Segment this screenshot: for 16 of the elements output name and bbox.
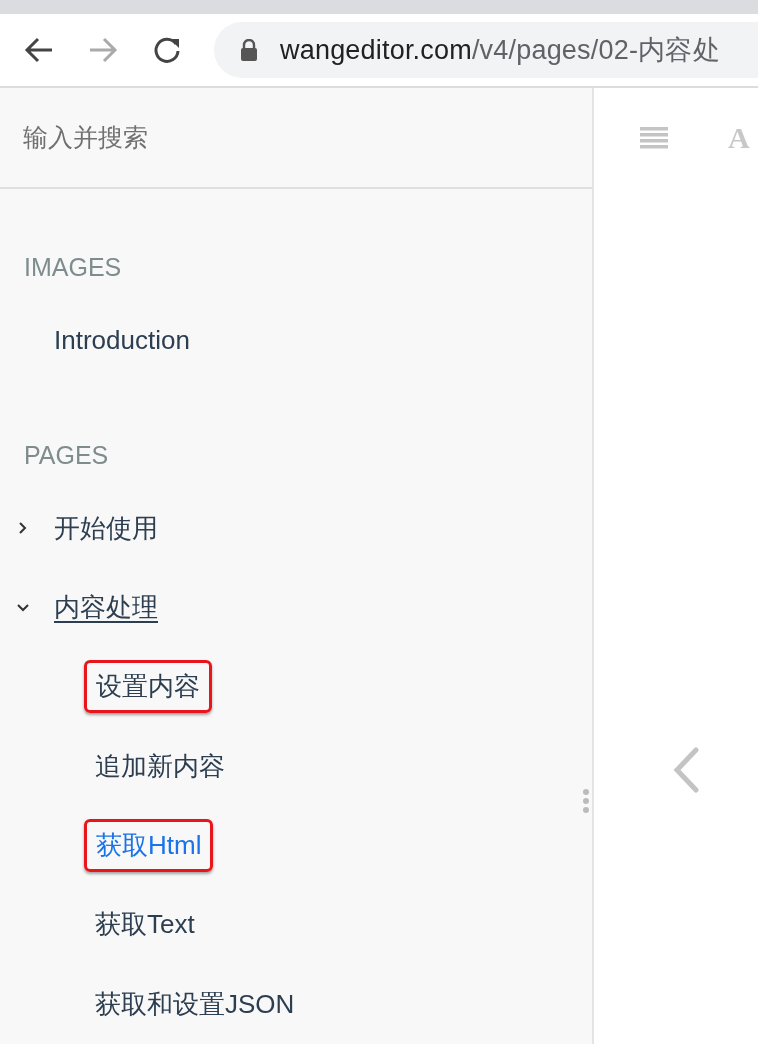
nav-link[interactable]: 设置内容	[84, 660, 212, 714]
nav-link[interactable]: 获取Html	[84, 819, 214, 873]
chevron-icon[interactable]	[17, 521, 29, 536]
lock-icon	[240, 39, 258, 61]
resize-handle[interactable]	[582, 788, 590, 816]
nav-link[interactable]: Introduction	[54, 325, 190, 357]
nav-group[interactable]: 内容处理	[54, 590, 158, 626]
nav-link[interactable]: 获取和设置JSON	[95, 986, 295, 1022]
url-text: wangeditor.com/v4/pages/02-内容处	[280, 34, 720, 67]
nav-link[interactable]: 追加新内容	[95, 748, 225, 784]
nav-link[interactable]: 获取Text	[95, 907, 195, 943]
section-heading: PAGES	[23, 439, 110, 471]
nav-group[interactable]: 开始使用	[54, 510, 158, 546]
section-heading: IMAGES	[23, 252, 123, 284]
search-field[interactable]: 输入并搜索	[0, 88, 592, 190]
address-bar[interactable]: wangeditor.com/v4/pages/02-内容处	[214, 22, 758, 78]
